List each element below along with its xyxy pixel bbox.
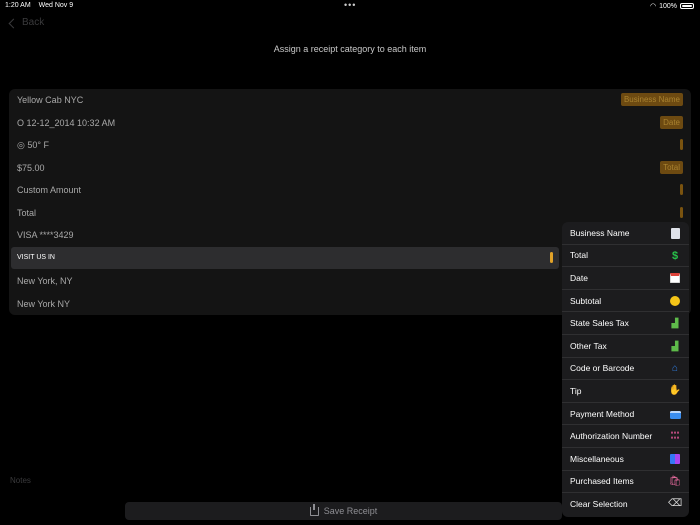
battery-icon [680, 3, 694, 9]
menu-item-authorization-number[interactable]: Authorization Number ▪▪▪ ▪▪▪ [562, 425, 689, 448]
category-marker[interactable] [680, 206, 683, 218]
receipt-item-text: Total [17, 207, 37, 218]
save-receipt-button[interactable]: Save Receipt [125, 502, 562, 520]
category-badge[interactable]: Date [660, 115, 683, 129]
receipt-item-text: VISA ****3429 [17, 230, 74, 240]
receipt-item[interactable]: ◎ 50° F [9, 134, 691, 156]
hand-money-icon: ✋ [668, 385, 682, 397]
menu-item-clear-selection[interactable]: Clear Selection ⌫ [562, 493, 689, 516]
notes-field[interactable]: Notes [10, 476, 31, 485]
menu-item-code-or-barcode[interactable]: Code or Barcode ⌂ [562, 358, 689, 381]
receipt-item-text: Yellow Cab NYC [17, 95, 84, 105]
chart-icon: ▟ [671, 340, 679, 351]
dollar-icon: $ [671, 249, 679, 262]
credit-card-icon [670, 410, 681, 419]
chevron-left-icon [8, 18, 19, 28]
coin-icon [670, 295, 680, 306]
receipt-item[interactable]: Custom Amount [9, 179, 691, 201]
receipt-item-text: O 12-12_2014 10:32 AM [17, 117, 116, 128]
status-time-date: 1:20 AM Wed Nov 9 [5, 2, 79, 9]
save-receipt-label: Save Receipt [323, 506, 378, 516]
digits-icon: ▪▪▪ ▪▪▪ [670, 430, 680, 442]
receipt-item-text: ◎ 50° F [17, 140, 49, 150]
shopping-bags-icon: 🛍 [668, 475, 682, 487]
battery-percent: 100% [659, 2, 677, 10]
menu-item-miscellaneous[interactable]: Miscellaneous [562, 448, 689, 471]
multitasking-dots-icon[interactable]: ••• [344, 0, 356, 10]
back-button[interactable]: Back [8, 17, 45, 28]
receipt-item-text: Custom Amount [17, 185, 82, 195]
menu-item-tip[interactable]: Tip ✋ [562, 380, 689, 403]
category-marker-active[interactable] [550, 252, 553, 263]
menu-item-total[interactable]: Total $ [562, 245, 689, 268]
status-time: 1:20 AM [5, 2, 31, 9]
menu-item-subtotal[interactable]: Subtotal [562, 290, 689, 313]
menu-item-date[interactable]: Date [562, 267, 689, 290]
category-badge[interactable]: Total [660, 160, 683, 174]
delete-backspace-icon: ⌫ [667, 498, 683, 510]
receipt-item[interactable]: $75.00 Total [9, 157, 691, 179]
wifi-icon: ◠ [649, 3, 657, 10]
receipt-item[interactable]: O 12-12_2014 10:32 AM Date [9, 112, 691, 134]
page-instruction: Assign a receipt category to each item [273, 44, 427, 54]
building-icon [671, 228, 680, 239]
status-date: Wed Nov 9 [38, 2, 74, 9]
menu-item-business-name[interactable]: Business Name [562, 222, 689, 245]
receipt-item-text: New York NY [17, 298, 71, 309]
receipt-item[interactable]: Yellow Cab NYC Business Name [9, 89, 691, 111]
receipt-item-selected[interactable]: VISIT US IN [11, 247, 559, 269]
status-bar: 1:20 AM Wed Nov 9 ••• ◠ 100% [0, 0, 700, 12]
receipt-item[interactable]: Total [9, 202, 691, 224]
back-label: Back [22, 17, 45, 28]
status-indicators: ◠ 100% [650, 2, 694, 10]
menu-item-payment-method[interactable]: Payment Method [562, 403, 689, 426]
category-marker[interactable] [680, 139, 683, 150]
download-icon [309, 503, 319, 516]
menu-item-state-sales-tax[interactable]: State Sales Tax ▟ [562, 312, 689, 335]
category-badge[interactable]: Business Name [620, 93, 683, 106]
calendar-icon [670, 273, 680, 284]
receipt-item-text: VISIT US IN [17, 254, 55, 261]
menu-item-other-tax[interactable]: Other Tax ▟ [562, 335, 689, 358]
house-icon: ⌂ [671, 362, 679, 374]
menu-item-purchased-items[interactable]: Purchased Items 🛍 [562, 471, 689, 494]
category-marker[interactable] [680, 184, 683, 195]
category-menu: Business Name Total $ Date Subtotal Stat… [562, 222, 689, 517]
shapes-icon [670, 453, 680, 464]
chart-icon: ▟ [671, 318, 679, 329]
receipt-item-text: $75.00 [17, 162, 45, 173]
receipt-item-text: New York, NY [17, 276, 73, 286]
